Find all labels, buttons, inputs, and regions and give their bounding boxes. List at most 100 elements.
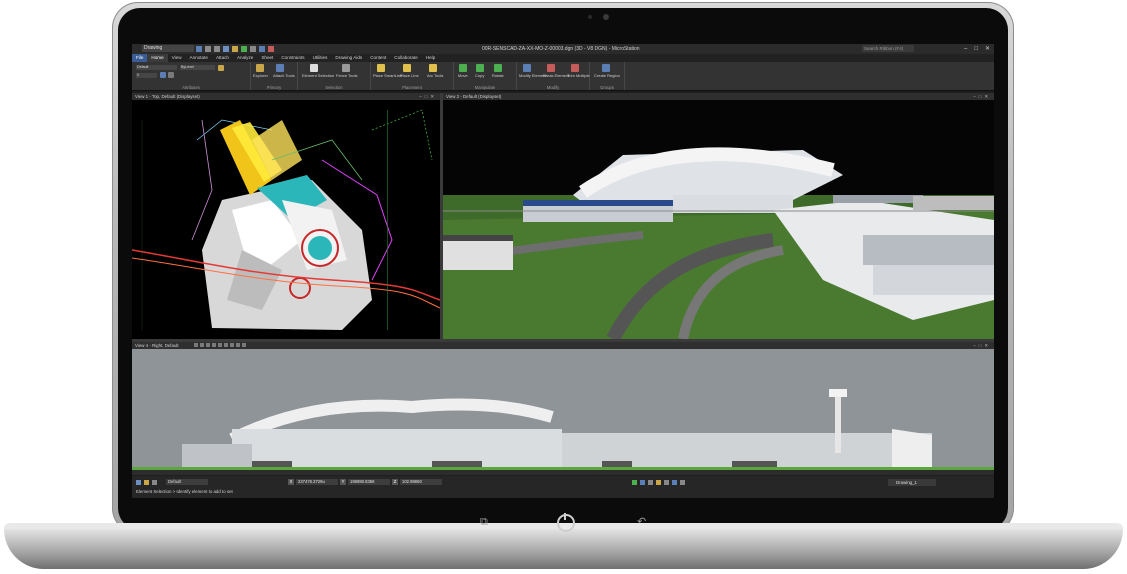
- recent-apps-icon[interactable]: ⧉: [480, 515, 488, 529]
- active-level-dropdown[interactable]: Default: [166, 479, 208, 485]
- view-2-3d[interactable]: View 2 - Default (Displayset) –□✕: [443, 93, 994, 339]
- ribbon: Default ByLevel 0 Attributes Explorer At…: [132, 62, 994, 91]
- lineweight-dropdown[interactable]: ByLevel: [180, 65, 215, 70]
- rotate-icon[interactable]: [494, 64, 502, 72]
- view-1-label: View 1 - Top, Default (Displayset): [135, 94, 200, 99]
- redo-icon[interactable]: [214, 46, 220, 52]
- x-coordinate-field[interactable]: 237476.3729u: [296, 479, 338, 485]
- y-coordinate-field[interactable]: 196980.8356: [348, 479, 390, 485]
- copy-icon[interactable]: [476, 64, 484, 72]
- tab-help[interactable]: Help: [422, 54, 439, 62]
- snap-tangent-icon[interactable]: [672, 480, 677, 485]
- tab-home[interactable]: Home: [147, 54, 168, 62]
- move-label: Move: [458, 73, 468, 78]
- tab-attach[interactable]: Attach: [212, 54, 233, 62]
- snap-icon[interactable]: [241, 46, 247, 52]
- trim-multiple-icon[interactable]: [571, 64, 579, 72]
- attach-tools-icon[interactable]: [276, 64, 284, 72]
- measure-icon[interactable]: [259, 46, 265, 52]
- tab-drawing-aids[interactable]: Drawing Aids: [331, 54, 366, 62]
- accudraw-icon[interactable]: [268, 46, 274, 52]
- group-modify: Modify Element Break Element Trim Multip…: [517, 62, 590, 90]
- tab-constraints[interactable]: Constraints: [277, 54, 308, 62]
- group-manipulate: Move Copy Rotate Manipulate: [454, 62, 517, 90]
- modify-element-icon[interactable]: [523, 64, 531, 72]
- group-primary: Explorer Attach Tools Primary: [251, 62, 298, 90]
- snap-origin-icon[interactable]: [680, 480, 685, 485]
- snap-intersection-icon[interactable]: [656, 480, 661, 485]
- power-icon[interactable]: [557, 513, 575, 532]
- undo-icon[interactable]: [205, 46, 211, 52]
- move-icon[interactable]: [459, 64, 467, 72]
- group-selection: Element Selection Fence Tools Selection: [298, 62, 371, 90]
- copy-label: Copy: [475, 73, 485, 78]
- lock-icon[interactable]: [144, 480, 149, 485]
- print-icon[interactable]: [223, 46, 229, 52]
- view-4-title: View 4 - Right, Default –□✕: [132, 342, 994, 349]
- accudraw-toggle-icon[interactable]: [136, 480, 141, 485]
- back-icon[interactable]: ↶: [637, 515, 646, 528]
- create-region-icon[interactable]: [602, 64, 610, 72]
- site-plan-drawing: [132, 100, 440, 339]
- open-icon[interactable]: [232, 46, 238, 52]
- ribbon-search-input[interactable]: Search Ribbon (F4): [862, 45, 914, 52]
- snap-mode-icon[interactable]: [152, 480, 157, 485]
- tab-annotate[interactable]: Annotate: [186, 54, 212, 62]
- view-2-label: View 2 - Default (Displayset): [446, 94, 502, 99]
- break-element-label: Break Element: [543, 73, 570, 78]
- attach-tools-label: Attach Tools: [273, 73, 295, 78]
- minimize-button[interactable]: –: [964, 45, 967, 53]
- attributes-icon[interactable]: [160, 72, 166, 78]
- smartline-label: Place SmartLine: [373, 73, 403, 78]
- group-attributes: Default ByLevel 0 Attributes: [132, 62, 251, 90]
- airport-elevation-render: [132, 349, 994, 475]
- window-controls: – □ ✕: [964, 45, 990, 53]
- maximize-button[interactable]: □: [974, 45, 978, 53]
- settings-icon[interactable]: [250, 46, 256, 52]
- document-title: 00R-SENSCAD-ZA-XX-MO-Z-00003.dgn (3D - V…: [482, 46, 640, 52]
- snap-center-icon[interactable]: [640, 480, 645, 485]
- group-label: Attributes: [182, 85, 200, 90]
- group-groups: Create Region Groups: [590, 62, 625, 90]
- tab-content[interactable]: Content: [366, 54, 390, 62]
- ribbon-tabs: File Home View Annotate Attach Analyze S…: [132, 54, 994, 62]
- save-icon[interactable]: [196, 46, 202, 52]
- tab-analyze[interactable]: Analyze: [233, 54, 257, 62]
- view-4-window-controls[interactable]: –□✕: [973, 342, 991, 349]
- workspace-dropdown[interactable]: Drawing: [142, 45, 194, 52]
- snap-midpoint-icon[interactable]: [664, 480, 669, 485]
- element-selection-icon[interactable]: [310, 64, 318, 72]
- level-dropdown[interactable]: Default: [136, 65, 177, 70]
- snap-nearest-icon[interactable]: [648, 480, 653, 485]
- tab-utilities[interactable]: Utilities: [309, 54, 332, 62]
- view-2-window-controls[interactable]: –□✕: [973, 93, 991, 100]
- place-line-icon[interactable]: [403, 64, 411, 72]
- status-bar: Default X 237476.3729u Y 196980.8356 Z 1…: [132, 476, 994, 498]
- view-4-right[interactable]: View 4 - Right, Default –□✕: [132, 342, 994, 475]
- close-button[interactable]: ✕: [985, 45, 990, 53]
- tab-file[interactable]: File: [132, 54, 148, 62]
- tab-sheet[interactable]: Sheet: [257, 54, 277, 62]
- status-toolbar: Default X 237476.3729u Y 196980.8356 Z 1…: [132, 478, 994, 488]
- z-coordinate-field[interactable]: 102.98650: [400, 479, 442, 485]
- smartline-icon[interactable]: [377, 64, 385, 72]
- snap-keypoint-icon[interactable]: [632, 480, 637, 485]
- tab-view[interactable]: View: [168, 54, 186, 62]
- linestyle-icon[interactable]: [168, 72, 174, 78]
- explorer-icon[interactable]: [256, 64, 264, 72]
- view-4-toolbar[interactable]: [194, 343, 246, 347]
- fence-tools-label: Fence Tools: [336, 73, 358, 78]
- view-1-top[interactable]: View 1 - Top, Default (Displayset) –□✕: [132, 93, 440, 339]
- place-line-label: Place Line: [400, 73, 419, 78]
- tab-collaborate[interactable]: Collaborate: [390, 54, 422, 62]
- active-model-tab[interactable]: Drawing_1: [888, 479, 936, 486]
- title-bar: Drawing 00R-SENSCAD-ZA-XX-MO-Z-00003.dgn…: [132, 44, 994, 54]
- break-element-icon[interactable]: [547, 64, 555, 72]
- fence-tools-icon[interactable]: [342, 64, 350, 72]
- view-1-window-controls[interactable]: –□✕: [419, 93, 437, 100]
- arc-tools-icon[interactable]: [429, 64, 437, 72]
- match-icon[interactable]: [218, 65, 224, 71]
- view-1-title: View 1 - Top, Default (Displayset) –□✕: [132, 93, 440, 100]
- explorer-label: Explorer: [253, 73, 268, 78]
- color-dropdown[interactable]: 0: [136, 73, 157, 78]
